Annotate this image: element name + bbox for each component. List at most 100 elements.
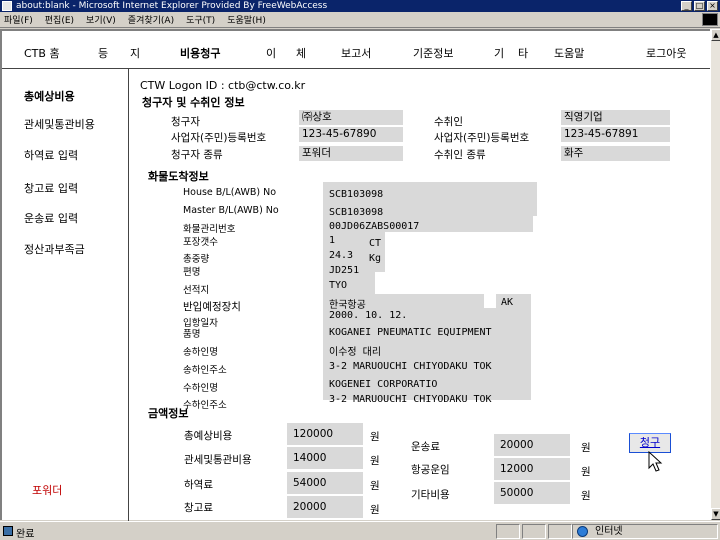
nav-logout[interactable]: 로그아웃 <box>646 45 686 61</box>
amount-field-3[interactable]: 20000 <box>287 496 363 518</box>
recipient-biz-field[interactable]: 123-45-67891 <box>561 127 670 142</box>
nav-ctb-home[interactable]: CTB 홈 <box>24 45 60 61</box>
arrival-value: 2000. 10. 12. <box>329 310 408 321</box>
amount-label-transport: 운송료 <box>411 441 440 453</box>
amount-label-airfreight: 항공운임 <box>411 464 450 476</box>
house-bl-label: House B/L(AWB) No <box>183 187 277 198</box>
amount-field-1[interactable]: 14000 <box>287 447 363 469</box>
goods-value: KOGANEI PNEUMATIC EQUIPMENT <box>329 327 492 338</box>
claimant-field[interactable]: ㈜상호 <box>299 110 403 125</box>
nav-reports[interactable]: 보고서 <box>341 45 371 61</box>
amount-label-1: 관세및통관비용 <box>184 454 252 466</box>
nav-other-1[interactable]: 기 <box>494 45 504 61</box>
origin-value: TYO <box>329 280 348 291</box>
logon-id: CTW Logon ID : ctb@ctw.co.kr <box>140 79 306 92</box>
recipient-type-label: 수취인 종류 <box>434 149 486 161</box>
shipper-addr-value: 3-2 MARUOUCHI CHIYODAKU TOK <box>329 361 492 372</box>
status-pane <box>496 524 520 539</box>
claimant-biz-field[interactable]: 123-45-67890 <box>299 127 403 142</box>
nav-base-info[interactable]: 기준정보 <box>413 45 453 61</box>
recipient-label: 수취인 <box>434 116 463 128</box>
sidebar-item-storage[interactable]: 창고료 입력 <box>24 180 78 196</box>
packages-unit: CT <box>369 238 382 249</box>
cargo-gap <box>484 294 496 308</box>
minimize-icon[interactable]: _ <box>681 1 692 11</box>
section-amount-header: 금액정보 <box>148 407 189 420</box>
nav-divider <box>2 68 710 69</box>
shipper-value: 이수정 대리 <box>329 347 382 358</box>
master-bl-label: Master B/L(AWB) No <box>183 205 279 216</box>
status-pane <box>548 524 572 539</box>
recipient-biz-label: 사업자(주민)등록번호 <box>434 132 530 144</box>
status-text: 완료 <box>16 529 35 540</box>
menu-favorites[interactable]: 즐겨찾기(A) <box>128 13 174 26</box>
amount-label-2: 하역료 <box>184 479 213 491</box>
nav-register-2[interactable]: 지 <box>130 45 140 61</box>
submit-claim-button[interactable]: 청구 <box>629 433 671 453</box>
amount-label-other: 기타비용 <box>411 489 450 501</box>
nav-billing[interactable]: 비용청구 <box>180 45 220 61</box>
sidebar-item-handling[interactable]: 하역료 입력 <box>24 147 78 163</box>
packages-value: 1 <box>329 235 336 246</box>
amount-field-2[interactable]: 54000 <box>287 472 363 494</box>
nav-help[interactable]: 도움말 <box>554 45 584 61</box>
amount-unit-other: 원 <box>581 490 591 502</box>
sidebar-item-settlement[interactable]: 정산과부족금 <box>24 241 85 257</box>
status-bar: 완료 인터넷 <box>0 521 720 540</box>
vertical-scrollbar[interactable]: ▲ ▼ <box>710 29 720 520</box>
amount-field-airfreight[interactable]: 12000 <box>494 458 570 480</box>
consignee-value: KOGENEI CORPORATIO <box>329 379 438 390</box>
nav-transfer-2[interactable]: 체 <box>296 45 306 61</box>
amount-label-0: 총예상비용 <box>184 430 233 442</box>
warehouse-value: 한국항공 <box>329 300 366 311</box>
flight-value: JD251 <box>329 265 360 276</box>
section-claimant-header: 청구자 및 수취인 정보 <box>142 96 245 109</box>
sidebar-item-total-estimate[interactable]: 총예상비용 <box>24 88 75 104</box>
claimant-type-label: 청구자 종류 <box>171 149 223 161</box>
recipient-type-field[interactable]: 화주 <box>561 146 670 161</box>
amount-field-0[interactable]: 120000 <box>287 423 363 445</box>
scroll-down-icon[interactable]: ▼ <box>711 508 720 520</box>
menu-view[interactable]: 보기(V) <box>86 13 116 26</box>
nav-register-1[interactable]: 등 <box>98 45 108 61</box>
scroll-up-icon[interactable]: ▲ <box>711 29 720 41</box>
recipient-field[interactable]: 직영기업 <box>561 110 670 125</box>
origin-label: 선적지 <box>183 285 210 296</box>
amount-label-3: 창고료 <box>184 502 213 514</box>
window-titlebar: about:blank - Microsoft Internet Explore… <box>0 0 720 12</box>
flight-label: 편명 <box>183 267 201 278</box>
shipper-label: 송하인명 <box>183 347 218 358</box>
amount-unit-0: 원 <box>370 431 380 443</box>
consignee-addr-value: 3-2 MARUOUCHI CHIYODAKU TOK <box>329 394 492 405</box>
nav-transfer-1[interactable]: 이 <box>266 45 276 61</box>
amount-unit-1: 원 <box>370 455 380 467</box>
sidebar-item-customs[interactable]: 관세및통관비용 <box>24 116 95 132</box>
menu-file[interactable]: 파일(F) <box>4 13 33 26</box>
shipper-addr-label: 송하인주소 <box>183 365 227 376</box>
top-nav: CTB 홈 등 지 비용청구 이 체 보고서 기준정보 기 타 도움말 로그아웃 <box>24 45 704 61</box>
menu-tools[interactable]: 도구(T) <box>186 13 215 26</box>
amount-unit-3: 원 <box>370 504 380 516</box>
menu-edit[interactable]: 편집(E) <box>45 13 74 26</box>
warehouse-code: AK <box>501 297 514 308</box>
nav-other-2[interactable]: 타 <box>518 45 528 61</box>
weight-value: 24.3 <box>329 250 354 261</box>
page-content: CTB 홈 등 지 비용청구 이 체 보고서 기준정보 기 타 도움말 로그아웃… <box>0 29 710 522</box>
sidebar-item-transport[interactable]: 운송료 입력 <box>24 210 78 226</box>
amount-field-other[interactable]: 50000 <box>494 482 570 504</box>
window-title: about:blank - Microsoft Internet Explore… <box>16 1 328 11</box>
sidebar-divider <box>128 69 129 522</box>
sidebar-forwarder: 포워더 <box>32 484 63 497</box>
amount-field-transport[interactable]: 20000 <box>494 434 570 456</box>
packages-label: 포장갯수 <box>183 237 218 248</box>
consignee-addr-label: 수하인주소 <box>183 400 227 411</box>
consignee-label: 수하인명 <box>183 383 218 394</box>
close-icon[interactable]: × <box>707 1 718 11</box>
claimant-biz-label: 사업자(주민)등록번호 <box>171 132 267 144</box>
status-pane <box>522 524 546 539</box>
maximize-icon[interactable]: □ <box>694 1 705 11</box>
weight-unit: Kg <box>369 253 382 264</box>
claimant-type-field[interactable]: 포워더 <box>299 146 403 161</box>
menu-help[interactable]: 도움말(H) <box>227 13 266 26</box>
ie-icon <box>2 1 12 11</box>
